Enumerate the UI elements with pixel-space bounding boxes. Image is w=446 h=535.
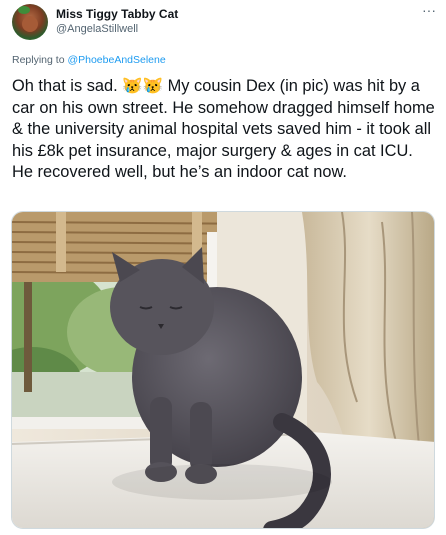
author-handle[interactable]: @AngelaStillwell [56, 23, 138, 35]
reply-mention-link[interactable]: @PhoebeAndSelene [67, 54, 165, 66]
replying-to: Replying to @PhoebeAndSelene [12, 54, 166, 66]
avatar[interactable] [12, 4, 48, 40]
tweet-text: Oh that is sad. 😿😿 My cousin Dex (in pic… [12, 76, 436, 184]
avatar-leaf [18, 6, 30, 14]
tweet-body: Oh that is sad. 😿😿 My cousin Dex (in pic… [12, 77, 435, 181]
more-options-icon[interactable]: ··· [422, 2, 436, 18]
tweet-card: Miss Tiggy Tabby Cat @AngelaStillwell ··… [0, 0, 446, 535]
avatar-face [22, 16, 38, 32]
tweet-photo[interactable] [11, 211, 435, 529]
replying-prefix: Replying to [12, 54, 68, 66]
cat-photo-image [12, 212, 434, 528]
author-name[interactable]: Miss Tiggy Tabby Cat [56, 7, 178, 21]
